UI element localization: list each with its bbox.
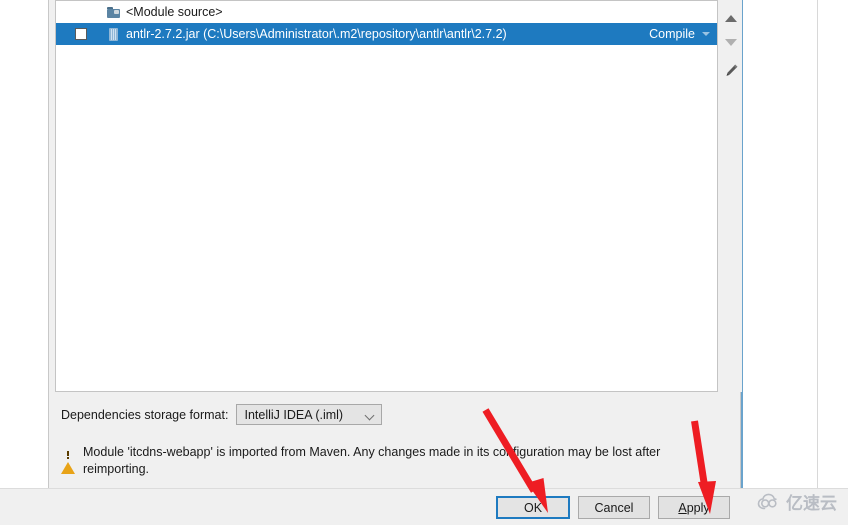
move-down-button[interactable] bbox=[721, 32, 741, 52]
chevron-down-icon[interactable] bbox=[702, 32, 710, 36]
apply-button-label: Apply bbox=[678, 500, 710, 515]
warning-icon bbox=[61, 447, 75, 474]
chevron-down-icon bbox=[366, 412, 374, 417]
triangle-up-icon bbox=[725, 14, 737, 22]
storage-format-value: IntelliJ IDEA (.iml) bbox=[244, 407, 344, 422]
dialog-button-bar: OK Cancel Apply bbox=[0, 488, 848, 525]
ok-button[interactable]: OK bbox=[496, 496, 570, 519]
maven-import-warning: Module 'itcdns-webapp' is imported from … bbox=[61, 444, 711, 478]
watermark-text: 亿速云 bbox=[786, 494, 837, 514]
triangle-down-icon bbox=[725, 38, 737, 46]
edit-button[interactable] bbox=[721, 60, 741, 80]
list-side-toolbar bbox=[720, 0, 742, 392]
dependencies-list[interactable]: <Module source> antlr-2.7.2.jar (C:\User bbox=[55, 0, 718, 392]
cloud-icon bbox=[757, 493, 777, 509]
pencil-icon bbox=[724, 63, 739, 78]
folder-icon bbox=[104, 6, 122, 18]
table-row[interactable]: antlr-2.7.2.jar (C:\Users\Administrator\… bbox=[56, 23, 717, 45]
cancel-button[interactable]: Cancel bbox=[578, 496, 650, 519]
checkbox-icon[interactable] bbox=[75, 28, 87, 40]
storage-format-label: Dependencies storage format: bbox=[61, 407, 229, 422]
row-checkbox[interactable] bbox=[72, 28, 90, 40]
row-label: antlr-2.7.2.jar (C:\Users\Administrator\… bbox=[126, 27, 507, 41]
screenshot-root: <Module source> antlr-2.7.2.jar (C:\User bbox=[0, 0, 848, 525]
jar-icon bbox=[104, 27, 122, 41]
storage-format-select[interactable]: IntelliJ IDEA (.iml) bbox=[236, 404, 383, 425]
watermark: 亿速云 bbox=[757, 489, 837, 514]
apply-button[interactable]: Apply bbox=[658, 496, 730, 519]
table-row[interactable]: <Module source> bbox=[56, 1, 717, 23]
dependencies-storage-format: Dependencies storage format: IntelliJ ID… bbox=[61, 404, 383, 425]
project-structure-dialog: <Module source> antlr-2.7.2.jar (C:\User bbox=[48, 0, 742, 488]
ok-button-label: OK bbox=[523, 500, 543, 515]
warning-text: Module 'itcdns-webapp' is imported from … bbox=[83, 445, 661, 476]
move-up-button[interactable] bbox=[721, 8, 741, 28]
page-rule-line bbox=[817, 0, 818, 489]
row-label: <Module source> bbox=[126, 5, 223, 19]
scope-value[interactable]: Compile bbox=[649, 27, 695, 41]
cancel-button-label: Cancel bbox=[594, 500, 634, 515]
